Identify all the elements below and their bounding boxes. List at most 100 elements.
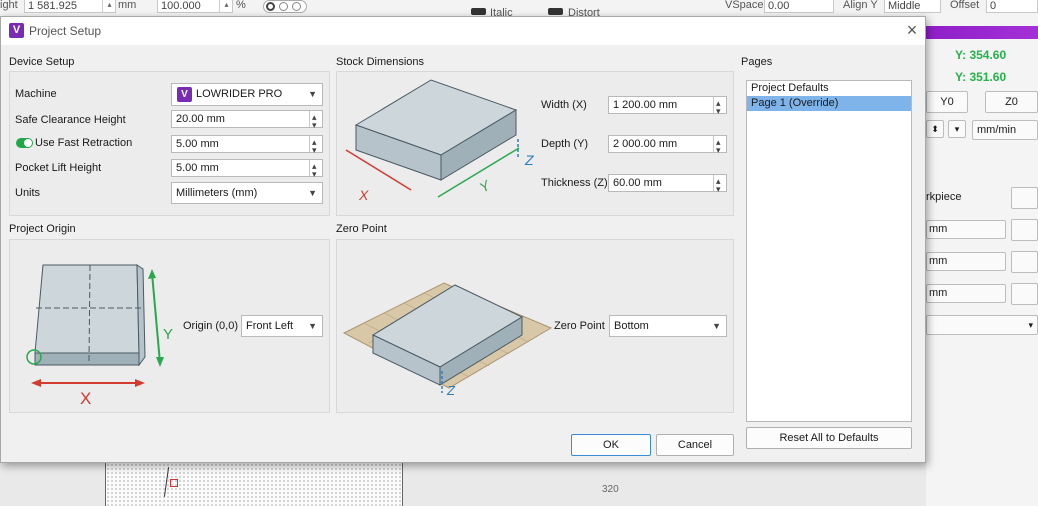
dialog-titlebar[interactable]: V Project Setup ×	[1, 17, 925, 45]
zero-y-button[interactable]: Y0	[926, 91, 968, 113]
ruler-label: 320	[602, 484, 619, 495]
coord-y-readout: Y: 354.60	[955, 48, 1007, 62]
pocket-lift-field[interactable]: 5.00 mm	[171, 158, 323, 182]
fast-retraction-value: 5.00 mm	[176, 138, 219, 150]
app-logo-icon: V	[9, 23, 24, 38]
depth-field[interactable]: 2 000.00 mm	[608, 134, 727, 158]
italic-toggle-icon[interactable]	[471, 8, 486, 15]
field-2-button[interactable]	[1011, 251, 1038, 273]
machine-select[interactable]: V LOWRIDER PRO ▼	[171, 83, 323, 106]
zero-point-value: Bottom	[614, 320, 649, 332]
width-stepper[interactable]	[713, 95, 726, 119]
radio-icon[interactable]	[266, 2, 275, 11]
workpiece-grid[interactable]	[105, 463, 403, 506]
height-label: ight	[0, 0, 18, 11]
origin-value: Front Left	[246, 320, 294, 332]
dimension-field-2[interactable]: mm	[926, 252, 1006, 271]
dimension-field-1[interactable]: mm	[926, 220, 1006, 239]
width-value: 1 200.00 mm	[613, 99, 678, 111]
zero-point-select[interactable]: Bottom ▼	[609, 315, 727, 337]
coord-y-readout-secondary: Y: 351.60	[955, 70, 1007, 84]
depth-value: 2 000.00 mm	[613, 138, 678, 150]
zero-point-label: Zero Point	[554, 320, 605, 332]
origin-label: Origin (0,0)	[183, 320, 239, 332]
panel-dropdown[interactable]: ▾	[926, 315, 1038, 335]
fast-retraction-field[interactable]: 5.00 mm	[171, 134, 323, 158]
depth-stepper[interactable]	[713, 134, 726, 158]
reset-defaults-button[interactable]: Reset All to Defaults	[746, 427, 912, 449]
dimension-field-3[interactable]: mm	[926, 284, 1006, 303]
thickness-field[interactable]: 60.00 mm	[608, 173, 727, 197]
project-origin-title: Project Origin	[9, 223, 76, 235]
origin-select[interactable]: Front Left ▼	[241, 315, 323, 337]
thickness-label: Thickness (Z)	[541, 177, 608, 189]
pages-list[interactable]: Project Defaults Page 1 (Override)	[746, 80, 912, 422]
svg-text:Y: Y	[163, 326, 173, 343]
units-label: Units	[15, 187, 41, 199]
width-label: Width (X)	[541, 99, 587, 111]
width-field[interactable]: 1 200.00 mm	[608, 95, 727, 119]
machine-value: LOWRIDER PRO	[196, 88, 283, 100]
device-setup-title: Device Setup	[9, 56, 75, 68]
fast-retraction-toggle[interactable]	[16, 138, 33, 148]
svg-text:X: X	[80, 389, 91, 408]
stock-dimensions-title: Stock Dimensions	[336, 56, 425, 68]
chevron-down-icon: ▼	[308, 321, 317, 331]
pocket-lift-stepper[interactable]	[309, 158, 322, 182]
depth-label: Depth (Y)	[541, 138, 589, 150]
clearance-field[interactable]: 20.00 mm	[171, 109, 323, 133]
machine-logo-icon: V	[177, 87, 192, 102]
clearance-stepper[interactable]	[309, 109, 322, 133]
scale-stepper[interactable]: ▴	[219, 0, 233, 13]
pocket-lift-value: 5.00 mm	[176, 162, 219, 174]
accent-bar	[926, 26, 1038, 39]
chevron-down-icon: ▼	[308, 89, 317, 99]
speed-stepper[interactable]: ⬍	[926, 120, 944, 138]
units-value: Millimeters (mm)	[176, 187, 258, 199]
field-1-button[interactable]	[1011, 219, 1038, 241]
close-icon[interactable]: ×	[903, 21, 921, 39]
speed-unit-field[interactable]: mm/min	[972, 120, 1038, 140]
radio-icon[interactable]	[292, 2, 301, 11]
workpiece-button[interactable]	[1011, 187, 1038, 209]
chevron-down-icon: ▼	[308, 188, 317, 198]
pocket-lift-label: Pocket Lift Height	[15, 162, 102, 174]
origin-illustration: Y X	[26, 264, 173, 408]
align-y-label: Align Y	[843, 0, 878, 11]
svg-text:Z: Z	[446, 383, 456, 398]
workpiece-label: rkpiece	[926, 191, 962, 203]
svg-text:Z: Z	[524, 152, 534, 168]
unit-label: mm	[118, 0, 137, 11]
distort-toggle-icon[interactable]	[548, 8, 563, 15]
speed-dropdown[interactable]: ▾	[948, 120, 966, 138]
radio-icon[interactable]	[279, 2, 288, 11]
offset-label: Offset	[950, 0, 980, 11]
thickness-value: 60.00 mm	[613, 177, 662, 189]
ok-button[interactable]: OK	[571, 434, 651, 456]
zero-z-button[interactable]: Z0	[985, 91, 1038, 113]
svg-text:X: X	[358, 187, 369, 203]
clearance-value: 20.00 mm	[176, 113, 225, 125]
vspace-label: VSpace	[725, 0, 764, 11]
cancel-button[interactable]: Cancel	[656, 434, 734, 456]
vspace-field[interactable]: 0.00	[764, 0, 834, 13]
project-setup-dialog: V Project Setup × Device Setup Machine V…	[0, 16, 926, 463]
fast-retraction-stepper[interactable]	[309, 134, 322, 158]
chevron-down-icon: ▼	[712, 321, 721, 331]
dialog-title: Project Setup	[29, 24, 102, 38]
alignment-radio-group[interactable]	[263, 0, 307, 13]
stock-illustration: X Y Z	[345, 79, 534, 203]
offset-field[interactable]: 0	[986, 0, 1038, 13]
percent-label: %	[236, 0, 246, 11]
clearance-label: Safe Clearance Height	[15, 114, 126, 126]
list-item[interactable]: Page 1 (Override)	[747, 96, 911, 111]
thickness-stepper[interactable]	[713, 173, 726, 197]
units-select[interactable]: Millimeters (mm) ▼	[171, 182, 323, 204]
height-stepper[interactable]: ▴	[102, 0, 116, 13]
list-item[interactable]: Project Defaults	[747, 81, 911, 96]
field-3-button[interactable]	[1011, 283, 1038, 305]
align-y-select[interactable]: Middle	[884, 0, 941, 13]
svg-text:Y: Y	[477, 176, 495, 195]
fast-retraction-label: Use Fast Retraction	[35, 137, 133, 149]
origin-marker-icon	[170, 479, 178, 487]
